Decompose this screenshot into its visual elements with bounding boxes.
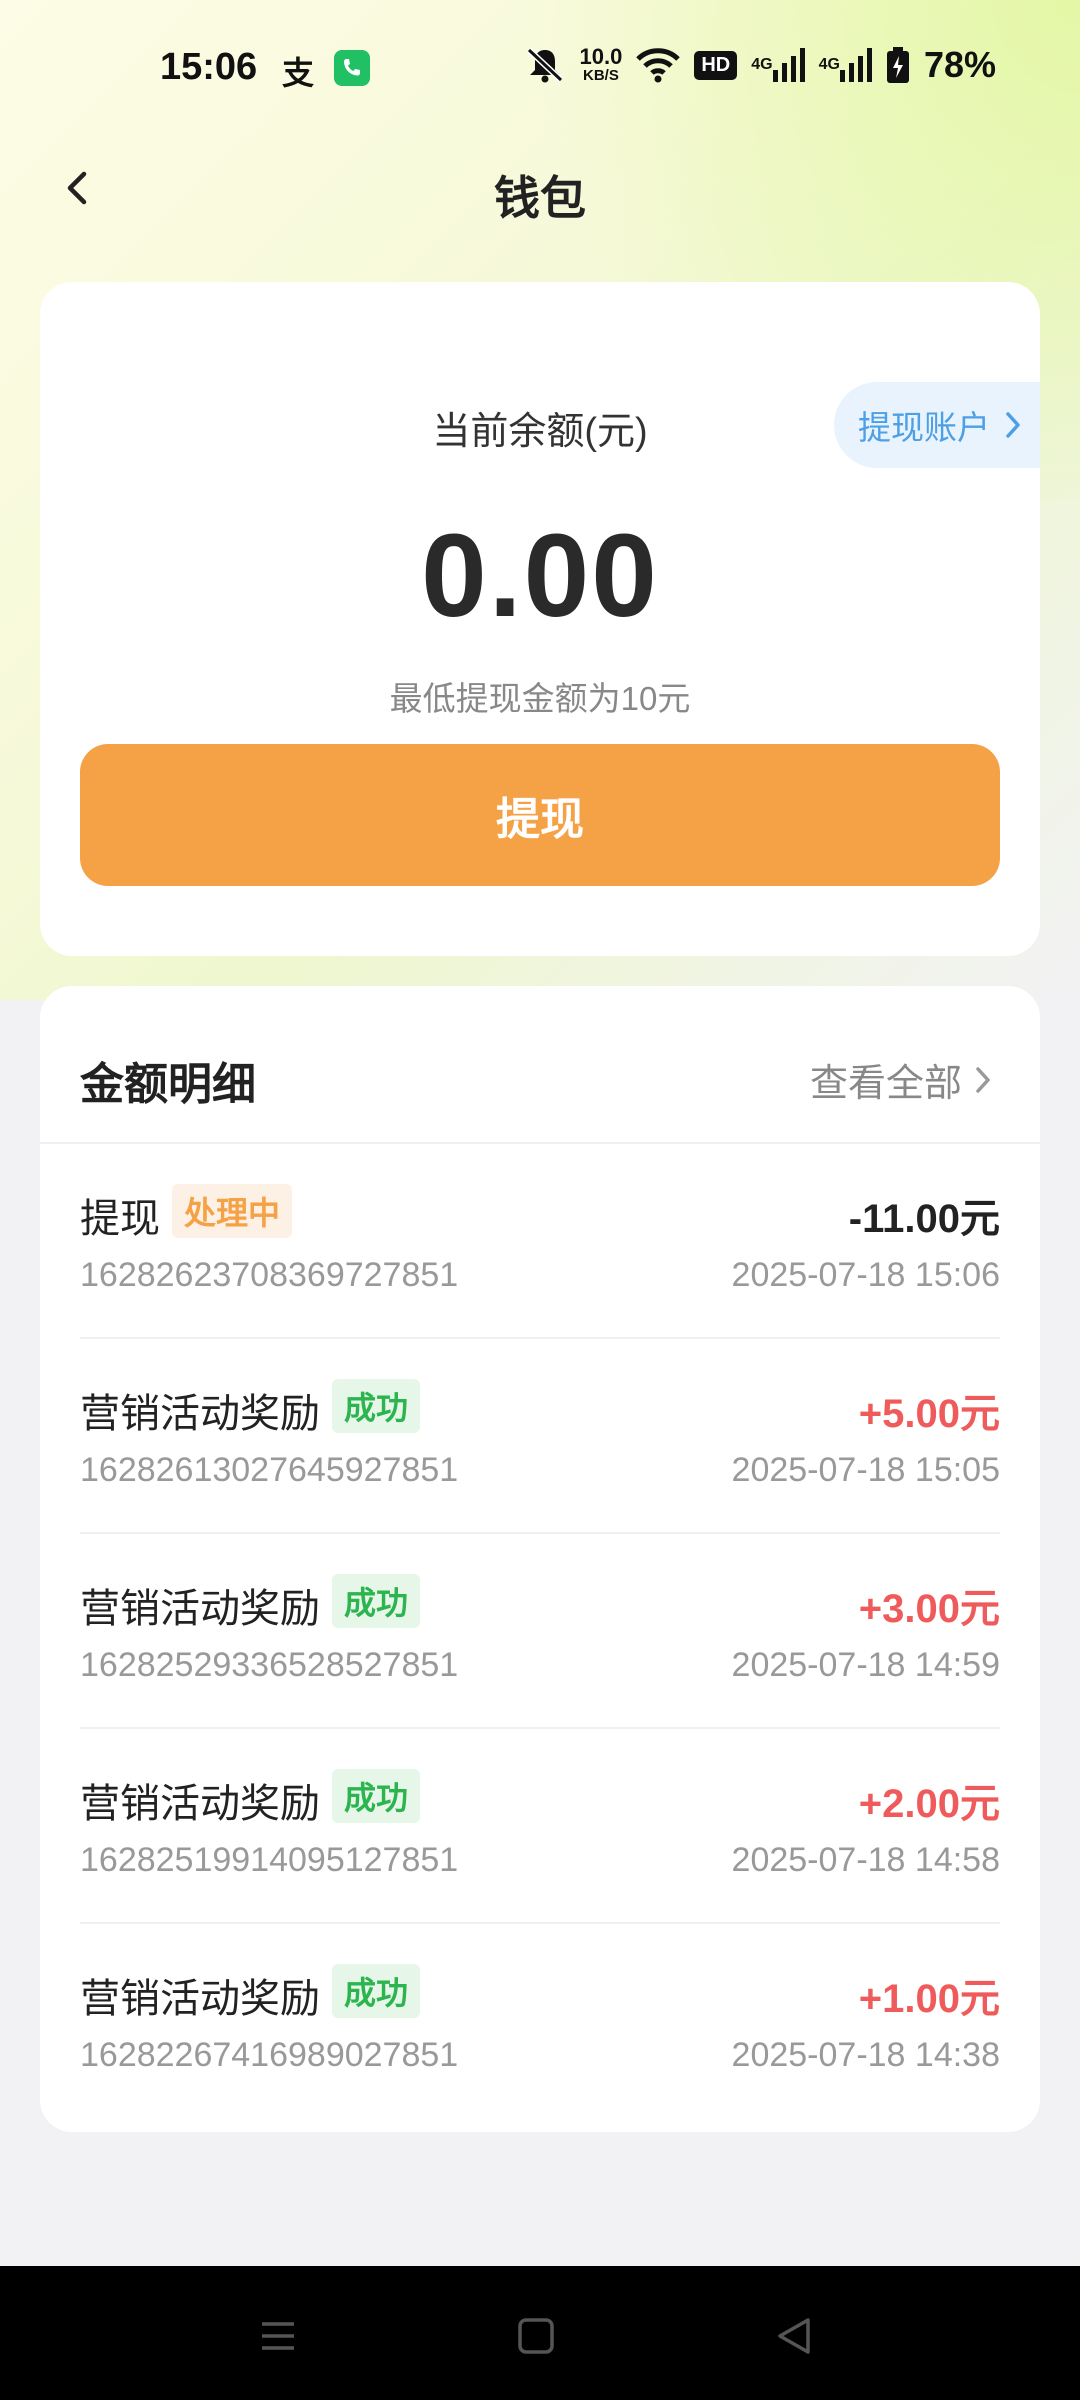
transaction-time: 2025-07-18 14:38	[731, 2036, 1000, 2074]
mute-bell-icon	[524, 46, 566, 84]
transaction-list: 提现 处理中 1628262370836972785​1 -11.00元 202…	[80, 1144, 1000, 2119]
transaction-row[interactable]: 营销活动奖励 成功 1628252933652852785​1 +3.00元 2…	[80, 1534, 1000, 1729]
transaction-title: 营销活动奖励	[80, 1392, 320, 1436]
status-time: 15:06	[160, 46, 258, 88]
transaction-amount: +3.00元	[858, 1587, 1000, 1631]
wifi-icon	[636, 47, 681, 83]
alipay-icon: 支	[282, 55, 315, 91]
status-badge: 成功	[332, 1574, 421, 1628]
balance-label: 当前余额(元)	[432, 411, 648, 453]
battery-icon	[886, 47, 910, 83]
transaction-id: 1628226741698902785​1	[80, 2036, 459, 2074]
net-label-1: 4G	[751, 56, 773, 73]
speed-unit: KB/S	[583, 67, 619, 84]
phone-icon	[334, 50, 370, 86]
signal-4g-icon-2: 4G	[819, 48, 872, 82]
view-all-link[interactable]: 查看全部	[810, 1052, 992, 1107]
transaction-title: 营销活动奖励	[80, 1782, 320, 1826]
nav-home-button[interactable]	[506, 2306, 566, 2366]
transaction-row[interactable]: 营销活动奖励 成功 1628251991409512785​1 +2.00元 2…	[80, 1729, 1000, 1924]
signal-4g-icon: 4G	[751, 48, 805, 82]
transaction-amount: +5.00元	[858, 1392, 1000, 1436]
nav-menu-button[interactable]	[248, 2306, 308, 2366]
amount-details-card: 金额明细 查看全部 提现 处理中 1628262370836972785​1 -…	[40, 986, 1040, 2132]
transaction-amount: -11.00元	[848, 1197, 1000, 1241]
transaction-row[interactable]: 提现 处理中 1628262370836972785​1 -11.00元 202…	[80, 1144, 1000, 1339]
net-label-2: 4G	[818, 56, 840, 73]
page-title: 钱包	[494, 172, 586, 224]
balance-amount: 0.00	[421, 510, 659, 642]
withdraw-button[interactable]: 提现	[80, 744, 1000, 886]
transaction-amount: +2.00元	[858, 1782, 1000, 1826]
status-badge: 处理中	[172, 1184, 293, 1238]
transaction-id: 1628261302764592785​1	[80, 1451, 459, 1489]
hd-icon: HD	[694, 50, 738, 80]
status-badge: 成功	[332, 1769, 421, 1823]
min-withdraw-note: 最低提现金额为10元	[389, 680, 691, 717]
status-badge: 成功	[332, 1964, 421, 2018]
transaction-amount: +1.00元	[858, 1977, 1000, 2021]
view-all-label: 查看全部	[809, 1063, 962, 1105]
speed-value: 10.0	[579, 44, 623, 69]
details-title: 金额明细	[80, 1060, 256, 1109]
transaction-time: 2025-07-18 14:58	[731, 1841, 1000, 1879]
status-icons: 10.0 KB/S HD 4G 4G 78%	[524, 44, 996, 86]
transaction-time: 2025-07-18 14:59	[731, 1646, 1000, 1684]
balance-card: 提现账户 当前余额(元) 0.00 最低提现金额为10元 提现	[40, 282, 1040, 956]
transaction-title: 营销活动奖励	[80, 1587, 320, 1631]
back-triangle-icon	[778, 2318, 810, 2354]
network-speed: 10.0 KB/S	[580, 46, 623, 84]
home-square-icon	[518, 2318, 554, 2354]
menu-icon	[262, 2322, 294, 2350]
transaction-title: 提现	[80, 1197, 160, 1241]
transaction-id: 1628252933652852785​1	[80, 1646, 459, 1684]
transaction-id: 1628251991409512785​1	[80, 1841, 459, 1879]
status-badge: 成功	[332, 1379, 421, 1433]
status-bar: 15:06 支 10.0 KB/S HD 4G 4G 78%	[0, 0, 1080, 140]
nav-back-button[interactable]	[764, 2306, 824, 2366]
transaction-time: 2025-07-18 15:05	[731, 1451, 1000, 1489]
chevron-right-icon	[976, 1066, 990, 1093]
system-nav-bar	[0, 2266, 1080, 2400]
transaction-row[interactable]: 营销活动奖励 成功 1628261302764592785​1 +5.00元 2…	[80, 1339, 1000, 1534]
transaction-time: 2025-07-18 15:06	[731, 1256, 1000, 1294]
transaction-id: 1628262370836972785​1	[80, 1256, 459, 1294]
transaction-row[interactable]: 营销活动奖励 成功 1628226741698902785​1 +1.00元 2…	[80, 1924, 1000, 2119]
transaction-title: 营销活动奖励	[80, 1977, 320, 2021]
battery-percent: 78%	[923, 44, 996, 85]
